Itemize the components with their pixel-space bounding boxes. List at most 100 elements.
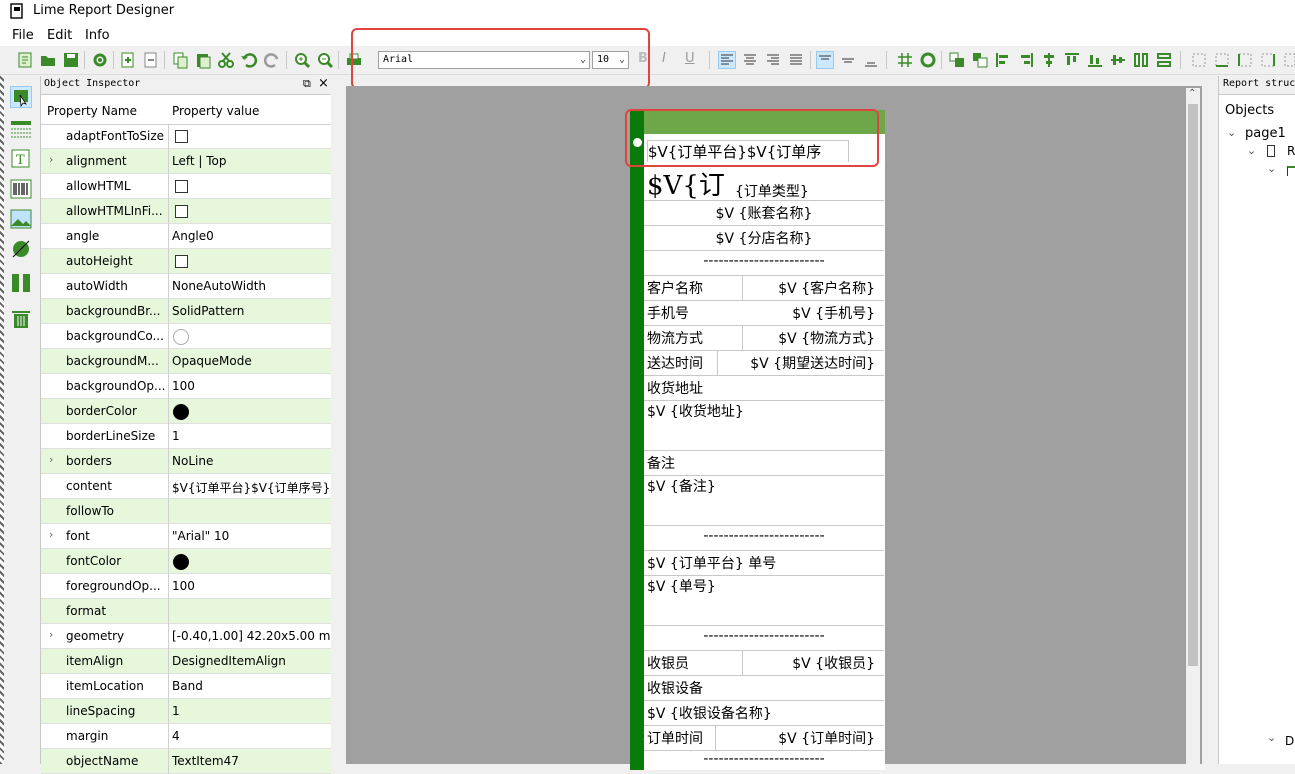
cut-icon[interactable] [217, 51, 235, 69]
band-tool-icon[interactable] [10, 118, 32, 140]
color-swatch[interactable] [173, 404, 189, 420]
property-value[interactable]: [-0.40,1.00] 42.20x5.00 mm [172, 629, 330, 643]
valign-top-icon[interactable] [816, 51, 834, 69]
row-customer[interactable]: 客户名称 $V {客户名称} [644, 276, 884, 301]
chevron-down-icon[interactable]: ⌄ [1267, 162, 1276, 175]
property-row[interactable]: › geometry [-0.40,1.00] 42.20x5.00 mm [41, 624, 331, 649]
chevron-down-icon[interactable]: ⌄ [1227, 126, 1236, 139]
property-value[interactable]: 1 [172, 429, 330, 443]
property-value[interactable]: $V{订单平台}$V{订单序号} [172, 479, 330, 496]
property-value[interactable]: Angle0 [172, 229, 330, 243]
send-back-icon[interactable] [971, 51, 989, 69]
align-left-icon[interactable] [718, 51, 736, 69]
bring-front-icon[interactable] [948, 51, 966, 69]
property-row[interactable]: allowHTMLInFi... [41, 199, 331, 224]
property-row[interactable]: › alignment Left | Top [41, 149, 331, 174]
align-objects-top-icon[interactable] [1063, 51, 1081, 69]
row-device-label[interactable]: 收银设备 [644, 676, 884, 701]
row-cashier[interactable]: 收银员 $V {收银员} [644, 651, 884, 676]
columns-tool-icon[interactable] [10, 272, 32, 294]
row-logistics[interactable]: 物流方式 $V {物流方式} [644, 326, 884, 351]
tree-node-r[interactable]: R [1287, 144, 1295, 158]
border-top-icon[interactable] [1282, 51, 1295, 69]
border-none-icon[interactable] [1190, 51, 1208, 69]
new-report-icon[interactable] [16, 51, 34, 69]
row-account[interactable]: $V {账套名称} [644, 201, 884, 226]
row-note-label[interactable]: 备注 [644, 451, 884, 476]
align-objects-left-icon[interactable] [994, 51, 1012, 69]
property-value[interactable]: 1 [172, 704, 330, 718]
property-row[interactable]: autoWidth NoneAutoWidth [41, 274, 331, 299]
property-row[interactable]: backgroundBr... SolidPattern [41, 299, 331, 324]
row-dashes-1[interactable]: ------------------------ [644, 251, 884, 276]
row-dashes-4[interactable]: ------------------------ [644, 751, 884, 770]
property-row[interactable]: backgroundCo... [41, 324, 331, 349]
band-marker[interactable] [630, 110, 644, 770]
property-value[interactable]: Band [172, 679, 330, 693]
chevron-down-icon[interactable]: ⌄ [1267, 731, 1276, 744]
expand-arrow-icon[interactable]: › [49, 453, 53, 466]
property-value[interactable]: 4 [172, 729, 330, 743]
property-row[interactable]: margin 4 [41, 724, 331, 749]
align-objects-center-icon[interactable] [1040, 51, 1058, 69]
text-tool-icon[interactable]: T [10, 148, 32, 170]
property-row[interactable]: format [41, 599, 331, 624]
close-icon[interactable]: × [318, 76, 329, 91]
property-row[interactable]: objectName TextItem47 [41, 749, 331, 774]
col-property-value[interactable]: Property value [172, 104, 259, 118]
property-value[interactable]: 100 [172, 379, 330, 393]
redo-icon[interactable] [263, 51, 281, 69]
row-order-type[interactable]: $V{订 {订单类型} [644, 163, 884, 201]
select-tool-icon[interactable] [10, 86, 32, 108]
report-page[interactable]: $V{订单平台}$V{订单序 $V{订 {订单类型} $V {账套名称} $V … [630, 110, 885, 770]
align-objects-bottom-icon[interactable] [1086, 51, 1104, 69]
property-row[interactable]: backgroundM... OpaqueMode [41, 349, 331, 374]
property-row[interactable]: adaptFontToSize [41, 124, 331, 149]
menu-info[interactable]: Info [85, 28, 110, 43]
align-objects-right-icon[interactable] [1017, 51, 1035, 69]
property-row[interactable]: autoHeight [41, 249, 331, 274]
expand-arrow-icon[interactable]: › [49, 153, 53, 166]
property-row[interactable]: lineSpacing 1 [41, 699, 331, 724]
col-property-name[interactable]: Property Name [47, 104, 137, 118]
delete-page-icon[interactable] [142, 51, 160, 69]
property-row[interactable]: borderColor [41, 399, 331, 424]
zoom-out-icon[interactable] [316, 51, 334, 69]
row-address-label[interactable]: 收货地址 [644, 376, 884, 401]
paste-icon[interactable] [194, 51, 212, 69]
magnet-icon[interactable] [919, 51, 937, 69]
property-value[interactable]: DesignedItemAlign [172, 654, 330, 668]
align-justify-icon[interactable] [787, 51, 805, 69]
property-row[interactable]: allowHTML [41, 174, 331, 199]
scroll-up-icon[interactable]: ⌃ [1188, 88, 1196, 99]
menu-file[interactable]: File [12, 28, 34, 43]
property-row[interactable]: › font "Arial" 10 [41, 524, 331, 549]
property-value[interactable]: NoLine [172, 454, 330, 468]
same-height-icon[interactable] [1155, 51, 1173, 69]
add-page-icon[interactable] [119, 51, 137, 69]
row-note-value[interactable]: $V {备注} [644, 476, 884, 526]
color-swatch[interactable] [173, 554, 189, 570]
image-tool-icon[interactable] [10, 208, 32, 230]
scroll-thumb[interactable] [1188, 104, 1198, 666]
open-icon[interactable] [39, 51, 57, 69]
align-objects-middle-icon[interactable] [1109, 51, 1127, 69]
row-phone[interactable]: 手机号 $V {手机号} [644, 301, 884, 326]
property-row[interactable]: borderLineSize 1 [41, 424, 331, 449]
italic-icon[interactable]: I [662, 51, 680, 69]
border-bottom-icon[interactable] [1213, 51, 1231, 69]
align-center-icon[interactable] [741, 51, 759, 69]
valign-bottom-icon[interactable] [862, 51, 880, 69]
barcode-tool-icon[interactable] [10, 178, 32, 200]
color-swatch[interactable] [173, 329, 189, 345]
shape-tool-icon[interactable] [10, 238, 32, 260]
property-row[interactable]: › borders NoLine [41, 449, 331, 474]
property-value[interactable]: OpaqueMode [172, 354, 330, 368]
float-icon[interactable]: ⧉ [303, 77, 311, 91]
align-right-icon[interactable] [764, 51, 782, 69]
row-delivery[interactable]: 送达时间 $V {期望送达时间} [644, 351, 884, 376]
property-row[interactable]: itemAlign DesignedItemAlign [41, 649, 331, 674]
row-device-value[interactable]: $V {收银设备名称} [644, 701, 884, 726]
property-value[interactable]: Left | Top [172, 154, 330, 168]
delete-tool-icon[interactable] [10, 308, 32, 330]
